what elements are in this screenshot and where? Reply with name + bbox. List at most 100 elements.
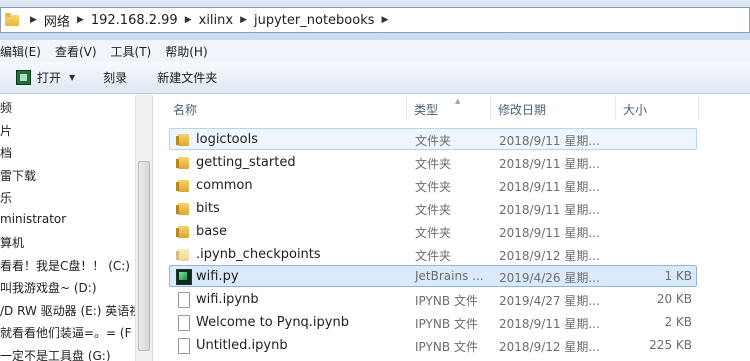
file-row-untitled[interactable]: Untitled.ipynb IPYNB 文件 2018/9/12 星期... … [169,334,697,356]
file-name: wifi.py [196,269,239,284]
file-name: bits [196,201,220,216]
file-date: 2018/9/11 星期... [499,157,600,171]
file-name: Welcome to Pynq.ipynb [196,315,349,330]
open-button[interactable]: 打开 ▼ [10,66,81,90]
file-date: 2018/9/12 星期... [499,340,600,354]
file-row-wifi-py[interactable]: wifi.py JetBrains ... 2019/4/26 星期... 1 … [169,265,697,287]
file-date: 2018/9/11 星期... [499,180,600,194]
file-type: 文件夹 [415,226,452,240]
file-type: 文件夹 [415,157,452,171]
nav-item[interactable]: 雷下载 [0,167,36,184]
menu-edit[interactable]: 编辑(E) [0,43,41,60]
column-divider[interactable] [406,95,407,120]
file-name: .ipynb_checkpoints [196,247,321,262]
file-type: 文件夹 [415,180,452,194]
address-bar-area: ▶ 网络 ▶ 192.168.2.99 ▶ xilinx ▶ jupyter_n… [0,0,750,40]
file-size: 2 KB [664,315,692,329]
column-header-date[interactable]: 修改日期 [498,101,546,118]
chevron-right-icon[interactable]: ▶ [30,15,37,25]
breadcrumb-0[interactable]: ▶ 网络 [23,11,70,30]
hidden-folder-icon [176,247,190,261]
nav-item-drive-g[interactable]: 一定不是工具盘 (G:) [0,347,111,361]
folder-icon [176,155,190,169]
column-divider[interactable] [490,95,491,120]
file-row-base[interactable]: base 文件夹 2018/9/11 星期... [169,220,697,242]
new-folder-button[interactable]: 新建文件夹 [151,66,223,90]
file-row-getting-started[interactable]: getting_started 文件夹 2018/9/11 星期... [169,151,697,173]
file-row-common[interactable]: common 文件夹 2018/9/11 星期... [169,174,697,196]
nav-item[interactable]: 频 [0,99,12,116]
column-divider[interactable] [698,95,699,120]
nav-item[interactable]: 档 [0,144,12,161]
chevron-right-icon[interactable]: ▶ [77,15,84,25]
nav-item[interactable]: 片 [0,122,12,139]
menu-view[interactable]: 查看(V) [55,43,97,60]
file-type: 文件夹 [415,203,452,217]
navigation-scrollbar[interactable] [135,95,152,361]
burn-label: 刻录 [103,71,128,85]
breadcrumb-2[interactable]: ▶ xilinx [178,13,233,28]
file-date: 2018/9/11 星期... [499,203,600,217]
navigation-pane: 频 片 档 雷下载 乐 ministrator 算机 看看！我是C盘！！ (C:… [0,95,135,361]
file-size: 1 KB [664,269,692,283]
new-folder-label: 新建文件夹 [157,71,218,85]
scrollbar-thumb[interactable] [138,161,150,351]
file-row-welcome-to-pynq[interactable]: Welcome to Pynq.ipynb IPYNB 文件 2018/9/11… [169,311,697,333]
file-name: common [196,178,253,193]
file-size: 20 KB [656,292,692,306]
nav-item-drive-d[interactable]: 叫我游戏盘~ (D:) [0,279,97,296]
file-type: IPYNB 文件 [415,340,478,354]
file-date: 2018/9/11 星期... [499,317,600,331]
column-header: 名称 ▲ 类型 修改日期 大小 [153,95,750,120]
file-date: 2019/4/26 星期... [499,271,600,285]
column-header-name[interactable]: 名称 [173,101,197,118]
menu-tools[interactable]: 工具(T) [111,43,152,60]
chevron-right-icon[interactable]: ▶ [382,15,389,25]
column-header-size[interactable]: 大小 [623,101,647,118]
menu-help[interactable]: 帮助(H) [165,43,207,60]
file-type: 文件夹 [415,134,452,148]
python-file-icon [176,269,192,285]
file-type: JetBrains ... [415,269,484,283]
file-row-logictools[interactable]: logictools 文件夹 2018/9/11 星期... [169,128,697,150]
folder-icon [176,201,190,215]
burn-button[interactable]: 刻录 [97,66,133,90]
file-name: Untitled.ipynb [196,338,288,353]
dropdown-arrow-icon[interactable]: ▼ [69,73,75,82]
file-list-pane: 名称 ▲ 类型 修改日期 大小 logictools 文件夹 2018/9/11… [152,95,750,361]
file-size: 225 KB [649,338,692,352]
file-date: 2019/4/27 星期... [499,294,600,308]
open-label: 打开 [37,71,62,85]
column-divider[interactable] [615,95,616,120]
nav-item[interactable]: 算机 [0,234,24,251]
file-row-ipynb-checkpoints[interactable]: .ipynb_checkpoints 文件夹 2018/9/12 星期... [169,243,697,265]
nav-item-drive-c[interactable]: 看看！我是C盘！！ (C:) [0,257,130,274]
nav-item[interactable]: ministrator [0,212,66,226]
file-type: IPYNB 文件 [415,294,478,308]
chevron-right-icon[interactable]: ▶ [185,15,192,25]
file-row-wifi-ipynb[interactable]: wifi.ipynb IPYNB 文件 2019/4/27 星期... 20 K… [169,288,697,310]
command-bar: 打开 ▼ 刻录 新建文件夹 [0,62,750,94]
file-name: getting_started [196,155,296,170]
breadcrumb-1[interactable]: ▶ 192.168.2.99 [70,13,178,28]
file-name: base [196,224,227,239]
nav-item-drive-e[interactable]: /D RW 驱动器 (E:) 英语视 [0,302,135,319]
chevron-right-icon[interactable]: ▶ [240,15,247,25]
folder-icon [5,13,23,27]
menu-bar: 编辑(E) 查看(V) 工具(T) 帮助(H) [0,40,750,62]
file-date: 2018/9/12 星期... [499,249,600,263]
breadcrumb-3[interactable]: ▶ jupyter_notebooks ▶ [233,13,395,28]
sort-up-icon: ▲ [455,97,461,105]
file-name: logictools [196,132,258,147]
address-bar[interactable]: ▶ 网络 ▶ 192.168.2.99 ▶ xilinx ▶ jupyter_n… [0,7,750,33]
folder-icon [176,178,190,192]
file-type: IPYNB 文件 [415,317,478,331]
file-name: wifi.ipynb [196,292,259,307]
folder-icon [176,132,190,146]
file-date: 2018/9/11 星期... [499,134,600,148]
nav-item[interactable]: 乐 [0,189,12,206]
nav-item-drive-f[interactable]: 就看看他们装逼=。= (F [0,324,132,341]
file-row-bits[interactable]: bits 文件夹 2018/9/11 星期... [169,197,697,219]
column-header-type[interactable]: 类型 [414,101,438,118]
file-icon [176,292,190,308]
